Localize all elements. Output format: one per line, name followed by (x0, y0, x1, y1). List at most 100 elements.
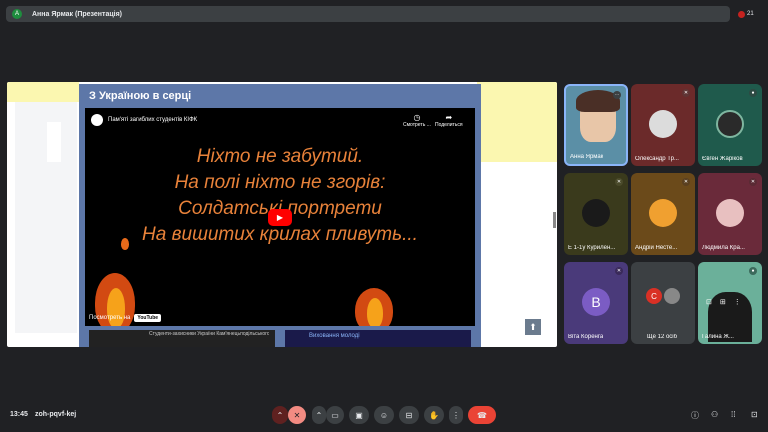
slide-title: З Україною в серці (89, 90, 192, 102)
raise-hand-button[interactable]: ✋ (424, 406, 444, 424)
youtube-logo: YouTube (134, 314, 162, 322)
share-icon: ➦ (445, 113, 453, 122)
arrow-up-icon: ⬆ (529, 321, 537, 332)
participant-tile[interactable]: ✕ Андрій Несте... (631, 173, 695, 255)
mic-options-button[interactable]: ⌃ (272, 406, 288, 424)
mic-off-icon: ✕ (682, 89, 690, 97)
participant-avatar (649, 110, 677, 138)
info-icon[interactable]: ⓘ (691, 410, 699, 421)
watch-later-label: Смотреть ... (403, 122, 431, 128)
slide-panel: З Україною в серці Пам'яті загиблих студ… (79, 84, 481, 347)
emoji-button[interactable]: ☺ (374, 406, 394, 424)
participant-tile[interactable]: ● ⊡ ⊞ ⋮ Галина Ж... (698, 262, 762, 344)
more-participants-label: Ще 12 осіб (647, 334, 678, 340)
video-title: Пам'яті загиблих студентів КІФК (108, 117, 198, 123)
participant-avatar (582, 199, 610, 227)
mic-off-icon: ✕ (615, 267, 623, 275)
participant-name: Е 1-1у Курилен... (568, 245, 616, 251)
scroll-up-button[interactable]: ⬆ (525, 319, 541, 335)
participant-avatar: С (646, 288, 662, 304)
hand-icon: ✋ (429, 410, 439, 420)
poem-line: Ніхто не забутий. (196, 146, 364, 167)
presenter-avatar: А (12, 9, 22, 19)
participant-tile[interactable]: ✕ Олександр Тр... (631, 84, 695, 166)
more-vert-icon: ⋮ (452, 410, 460, 420)
mic-off-icon: ✕ (615, 178, 623, 186)
channel-logo (91, 114, 103, 126)
mic-off-icon: ✕ (749, 178, 757, 186)
present-button[interactable]: ⊟ (399, 406, 419, 424)
participant-tile[interactable]: ⋯ Анна Ярмак (564, 84, 628, 166)
participant-tile[interactable]: ● Євген Жаріков (698, 84, 762, 166)
pin-icon[interactable]: ⊡ (706, 298, 712, 306)
participant-avatar (716, 110, 744, 138)
more-participants-tile[interactable]: С Ще 12 осіб (631, 262, 695, 344)
end-call-button[interactable]: ☎ (468, 406, 496, 424)
poem-line: На вишитих крилах пливуть... (142, 224, 418, 245)
mic-off-icon: ✕ (293, 410, 301, 420)
presenter-title: Анна Ярмак (Презентація) (32, 10, 123, 18)
people-count-label: 21 (747, 11, 754, 17)
watch-later-button[interactable]: ◷ Смотреть ... (403, 113, 431, 128)
camera-icon: ▭ (331, 410, 339, 420)
watch-on-youtube[interactable]: Посмотреть на YouTube (89, 314, 162, 322)
participant-name: Анна Ярмак (570, 154, 604, 160)
camera-toggle-button[interactable]: ▭ (326, 406, 344, 424)
present-icon: ⊟ (405, 410, 413, 420)
more-options-icon[interactable]: ⋯ (613, 91, 621, 99)
participant-name: Олександр Тр... (635, 156, 679, 162)
chevron-up-icon: ⌃ (315, 410, 323, 420)
play-icon: ▶ (276, 213, 284, 222)
participant-avatar: В (582, 288, 610, 316)
embedded-video[interactable]: Пам'яті загиблих студентів КІФК ◷ Смотре… (85, 108, 475, 326)
participant-tile[interactable]: В ✕ Віта Коренга (564, 262, 628, 344)
participant-tile[interactable]: ✕ Людмила Кра... (698, 173, 762, 255)
flame-decoration (121, 238, 129, 250)
slide-decoration (477, 82, 557, 162)
mic-off-icon: ✕ (682, 178, 690, 186)
more-vert-icon[interactable]: ⋮ (734, 298, 741, 306)
next-video-thumbnail[interactable]: Виховання молоді (285, 330, 471, 347)
phone-hangup-icon: ☎ (477, 410, 487, 420)
fullscreen-icon[interactable]: ⊞ (720, 298, 726, 306)
people-avatar-icon (738, 10, 745, 18)
lock-icon[interactable]: ⊡ (751, 410, 758, 419)
poem-line: На полі ніхто не згорів: (174, 172, 386, 193)
participant-avatar (649, 199, 677, 227)
people-count[interactable]: 21 (738, 6, 760, 22)
mic-icon: ● (749, 89, 757, 97)
presentation-stage: З Україною в серці Пам'яті загиблих студ… (7, 82, 557, 347)
participant-name: Андрій Несте... (635, 245, 678, 251)
mic-toggle-button[interactable]: ✕ (288, 406, 306, 424)
scrollbar[interactable] (553, 212, 556, 228)
meeting-code: zoh-pqvf-kej (35, 411, 77, 418)
slide-decoration (15, 98, 77, 333)
presenter-bar: А Анна Ярмак (Презентація) (6, 6, 730, 22)
next-video-thumbnail[interactable]: Студенти-захисники України Кам'янецьподі… (89, 330, 275, 347)
mic-icon: ● (749, 267, 757, 275)
apps-icon[interactable]: ⁞⁞ (731, 410, 735, 419)
participant-tile[interactable]: ✕ Е 1-1у Курилен... (564, 173, 628, 255)
flame-decoration (367, 298, 383, 326)
slide-decoration (47, 122, 61, 162)
play-button[interactable]: ▶ (268, 209, 292, 226)
participant-name: Людмила Кра... (702, 245, 745, 251)
watch-on-label: Посмотреть на (89, 315, 131, 321)
next-video-title: Виховання молоді (309, 333, 360, 339)
clock-time: 13:45 (10, 411, 28, 418)
camera-options-button[interactable]: ⌃ (312, 406, 326, 424)
participant-avatar (716, 199, 744, 227)
participant-name: Галина Ж... (702, 334, 734, 340)
more-options-button[interactable]: ⋮ (449, 406, 463, 424)
chevron-up-icon: ⌃ (276, 410, 284, 420)
slide-decoration (7, 82, 79, 102)
people-icon[interactable]: ⚇ (711, 410, 718, 419)
participant-name: Євген Жаріков (702, 156, 743, 162)
clock-icon: ◷ (413, 113, 421, 122)
captions-button[interactable]: ▣ (349, 406, 369, 424)
next-video-title: Студенти-захисники України Кам'янецьподі… (149, 331, 269, 337)
share-button[interactable]: ➦ Поделиться (435, 113, 463, 128)
tile-actions: ⊡ ⊞ ⋮ (706, 298, 741, 306)
captions-icon: ▣ (355, 410, 363, 420)
share-label: Поделиться (435, 122, 463, 128)
